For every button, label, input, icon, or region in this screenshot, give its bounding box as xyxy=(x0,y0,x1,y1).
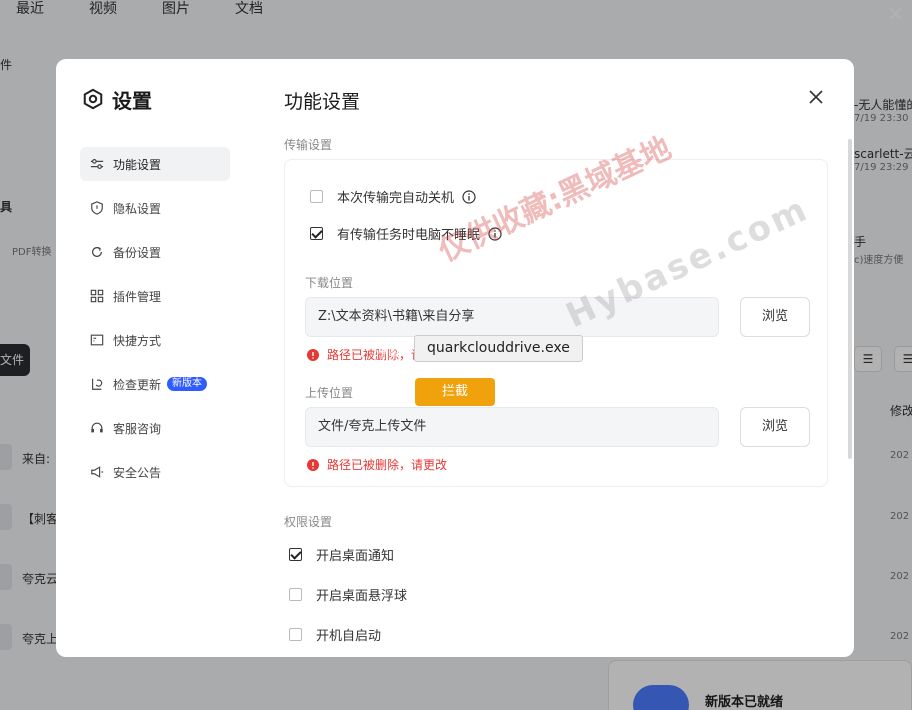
auto-start-checkbox[interactable] xyxy=(289,628,302,641)
close-icon[interactable] xyxy=(806,87,826,107)
floating-ball-option[interactable]: 开启桌面悬浮球 xyxy=(289,585,407,604)
settings-hex-icon xyxy=(83,88,103,110)
megaphone-icon xyxy=(91,466,104,478)
nav-item-label: 隐私设置 xyxy=(113,201,162,216)
desktop-notification-option[interactable]: 开启桌面通知 xyxy=(289,545,394,564)
auto-shutdown-label: 本次传输完自动关机 xyxy=(337,191,455,206)
download-location-label: 下载位置 xyxy=(305,276,354,290)
upload-location-label: 上传位置 xyxy=(305,386,354,400)
popup-process-name: quarkclouddrive.exe xyxy=(414,335,583,362)
nav-item-shortcuts[interactable]: 快捷方式 xyxy=(80,323,230,357)
grid-icon xyxy=(90,289,104,303)
keyboard-icon xyxy=(90,334,104,346)
desktop-notification-checkbox[interactable] xyxy=(289,548,302,561)
dialog-title: 设置 xyxy=(82,85,152,113)
nav-item-label: 插件管理 xyxy=(113,289,162,304)
update-icon xyxy=(92,378,103,390)
no-sleep-option[interactable]: 有传输任务时电脑不睡眠 xyxy=(310,224,502,243)
nav-item-label: 客服咨询 xyxy=(113,421,162,436)
auto-shutdown-checkbox[interactable] xyxy=(310,190,323,203)
popup-label: 弹窗: xyxy=(374,344,405,359)
error-text: 路径已被删除，请更改 xyxy=(327,458,448,472)
section-label-transfer: 传输设置 xyxy=(284,138,333,152)
new-version-badge: 新版本 xyxy=(167,377,208,391)
nav-item-label: 备份设置 xyxy=(113,245,162,260)
nav-item-backup[interactable]: 备份设置 xyxy=(80,235,230,269)
auto-shutdown-option[interactable]: 本次传输完自动关机 xyxy=(310,187,476,206)
upload-path-field[interactable]: 文件/夸克上传文件 xyxy=(305,407,719,447)
sync-icon xyxy=(92,247,102,257)
page-title: 功能设置 xyxy=(284,91,361,113)
info-icon[interactable] xyxy=(488,226,502,241)
headset-icon xyxy=(91,422,103,433)
dialog-title-text: 设置 xyxy=(112,88,152,113)
error-icon xyxy=(307,348,319,361)
section-label-permissions: 权限设置 xyxy=(284,515,333,529)
download-browse-button[interactable]: 浏览 xyxy=(740,297,810,337)
dialog-scrollbar[interactable] xyxy=(848,139,852,459)
info-icon[interactable] xyxy=(462,189,476,204)
option-label: 开机自启动 xyxy=(316,629,382,644)
sliders-icon xyxy=(90,159,104,169)
error-icon xyxy=(307,458,319,471)
nav-item-label: 检查更新 xyxy=(113,377,162,392)
nav-item-check-update[interactable]: 检查更新 新版本 xyxy=(80,367,230,401)
download-path-field[interactable]: Z:\文本资料\书籍\来自分享 xyxy=(305,297,719,337)
upload-browse-button[interactable]: 浏览 xyxy=(740,407,810,447)
nav-item-label: 功能设置 xyxy=(113,157,162,172)
option-label: 开启桌面悬浮球 xyxy=(316,589,408,604)
nav-item-security-notice[interactable]: 安全公告 xyxy=(80,455,230,489)
shield-icon xyxy=(91,201,103,215)
nav-item-support[interactable]: 客服咨询 xyxy=(80,411,230,445)
settings-nav: 功能设置 隐私设置 备份设置 插件管理 快捷方式 检查更新 新版本 客服咨询 安… xyxy=(80,147,230,499)
upload-path-error: 路径已被删除，请更改 xyxy=(307,456,447,473)
nav-item-plugins[interactable]: 插件管理 xyxy=(80,279,230,313)
transfer-settings-card: 本次传输完自动关机 有传输任务时电脑不睡眠 下载位置 Z:\文本资料\书籍\来自… xyxy=(284,159,828,487)
no-sleep-label: 有传输任务时电脑不睡眠 xyxy=(337,228,481,243)
nav-item-label: 快捷方式 xyxy=(113,333,162,348)
nav-item-privacy[interactable]: 隐私设置 xyxy=(80,191,230,225)
option-label: 开启桌面通知 xyxy=(316,549,395,564)
auto-start-option[interactable]: 开机自启动 xyxy=(289,625,381,644)
settings-sidebar: 设置 功能设置 隐私设置 备份设置 插件管理 快捷方式 检查更新 新版本 客服咨… xyxy=(56,59,242,657)
intercept-button[interactable]: 拦截 xyxy=(415,378,495,406)
no-sleep-checkbox[interactable] xyxy=(310,227,323,240)
nav-item-label: 安全公告 xyxy=(113,465,162,480)
floating-ball-checkbox[interactable] xyxy=(289,588,302,601)
nav-item-function-settings[interactable]: 功能设置 xyxy=(80,147,230,181)
